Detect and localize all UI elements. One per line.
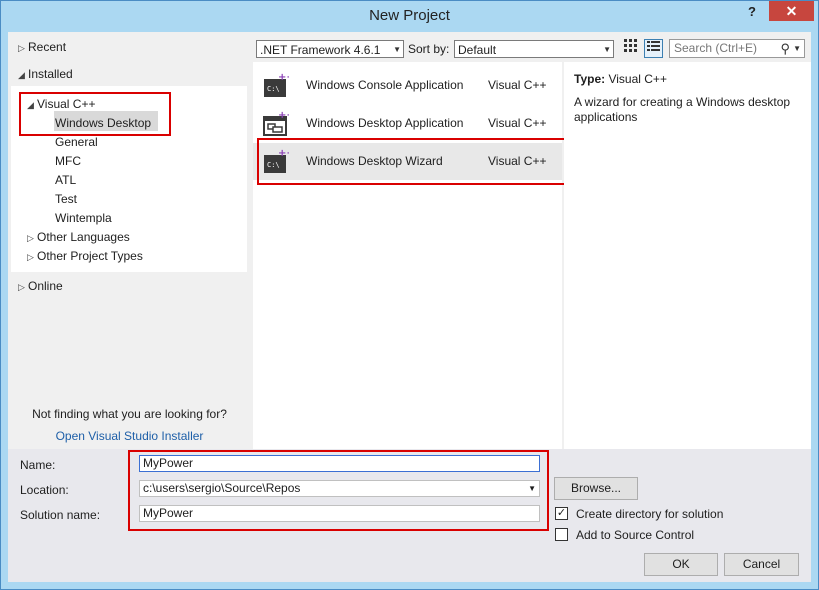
svg-text:C:\: C:\ (267, 85, 280, 93)
checkmark-icon: ✓ (556, 507, 567, 519)
tree-item-wintempla[interactable]: Wintempla (55, 211, 112, 225)
chevron-down-icon: ▼ (393, 45, 401, 54)
template-item-console[interactable]: C:\ ++ Windows Console Application Visua… (253, 67, 562, 104)
name-label: Name: (20, 458, 56, 472)
close-button[interactable]: ✕ (769, 1, 814, 21)
grid-view-icon[interactable] (621, 39, 640, 58)
cancel-button[interactable]: Cancel (724, 553, 799, 576)
console-icon: C:\ ++ (264, 72, 289, 97)
project-form: Name: MyPower Location: c:\users\sergio\… (8, 449, 811, 582)
new-project-dialog: New Project ? ✕ ▷ Recent ◢ Installed ◢ Visu… (0, 0, 819, 590)
type-label: Type: (574, 72, 606, 86)
tree-item-general[interactable]: General (55, 135, 98, 149)
type-value: Visual C++ (608, 72, 667, 86)
create-directory-checkbox[interactable]: ✓ (555, 507, 568, 520)
add-source-control-label: Add to Source Control (576, 528, 695, 542)
tree-item-atl[interactable]: ATL (55, 173, 76, 187)
sort-by-label: Sort by: (408, 42, 450, 56)
title-bar: New Project ? ✕ (1, 1, 818, 31)
tree-label: Installed (28, 67, 73, 81)
solution-name-label: Solution name: (20, 508, 101, 522)
chevron-down-icon[interactable]: ▼ (793, 40, 801, 57)
sort-by-value: Default (458, 43, 497, 57)
location-label: Location: (20, 483, 69, 497)
template-tree: ▷ Recent ◢ Installed ◢ Visual C++ Windows D… (8, 32, 251, 449)
search-placeholder: Search (Ctrl+E) (674, 41, 758, 55)
sort-by-dropdown[interactable]: Default ▼ (454, 40, 614, 58)
template-list: C:\ ++ Windows Console Application Visua… (253, 62, 574, 449)
expand-icon[interactable]: ▷ (18, 43, 28, 54)
highlight-box-tree (19, 92, 171, 136)
expand-icon[interactable]: ▷ (27, 252, 37, 263)
search-input[interactable]: Search (Ctrl+E) ⚲ ▼ (669, 39, 805, 58)
desktop-app-icon: ++ (263, 110, 289, 136)
framework-value: .NET Framework 4.6.1 (260, 43, 381, 57)
not-finding-text: Not finding what you are looking for? (32, 407, 227, 421)
svg-text:++: ++ (278, 72, 289, 83)
template-language: Visual C++ (488, 116, 547, 130)
tree-item-other-project-types[interactable]: ▷ Other Project Types (27, 249, 143, 263)
tree-label: Recent (28, 40, 67, 54)
tree-label: Other Languages (37, 230, 130, 244)
dialog-client: ▷ Recent ◢ Installed ◢ Visual C++ Windows D… (8, 32, 811, 582)
template-item-desktop-app[interactable]: ++ Windows Desktop Application Visual C+… (253, 105, 562, 142)
tree-item-recent[interactable]: ▷ Recent (18, 40, 66, 54)
template-name: Windows Desktop Application (306, 116, 464, 130)
tree-item-other-languages[interactable]: ▷ Other Languages (27, 230, 130, 244)
framework-dropdown[interactable]: .NET Framework 4.6.1 ▼ (256, 40, 404, 58)
collapse-icon[interactable]: ◢ (18, 70, 28, 81)
template-name: Windows Console Application (306, 78, 464, 92)
highlight-box-template (257, 138, 574, 185)
open-installer-link[interactable]: Open Visual Studio Installer (8, 429, 251, 443)
tree-item-installed[interactable]: ◢ Installed (18, 67, 73, 81)
tree-item-online[interactable]: ▷ Online (18, 279, 63, 293)
tree-label: Other Project Types (37, 249, 143, 263)
template-language: Visual C++ (488, 78, 547, 92)
search-icon[interactable]: ⚲ (780, 40, 790, 57)
ok-button[interactable]: OK (644, 553, 718, 576)
highlight-box-form (128, 450, 549, 531)
list-view-icon[interactable] (644, 39, 663, 58)
template-type: Type: Visual C++ (574, 72, 667, 86)
tree-item-mfc[interactable]: MFC (55, 154, 81, 168)
add-source-control-checkbox[interactable] (555, 528, 568, 541)
tree-item-test[interactable]: Test (55, 192, 77, 206)
create-directory-label: Create directory for solution (576, 507, 724, 521)
template-details: Type: Visual C++ A wizard for creating a… (564, 62, 811, 449)
chevron-down-icon: ▼ (603, 45, 611, 54)
help-button[interactable]: ? (741, 4, 763, 22)
browse-button[interactable]: Browse... (554, 477, 638, 500)
svg-text:++: ++ (278, 110, 289, 121)
expand-icon[interactable]: ▷ (27, 233, 37, 244)
tree-label: Online (28, 279, 63, 293)
expand-icon[interactable]: ▷ (18, 282, 28, 293)
template-description: A wizard for creating a Windows desktop … (574, 95, 791, 124)
template-toolbar: .NET Framework 4.6.1 ▼ Sort by: Default … (251, 32, 811, 62)
window-title: New Project (369, 7, 450, 24)
